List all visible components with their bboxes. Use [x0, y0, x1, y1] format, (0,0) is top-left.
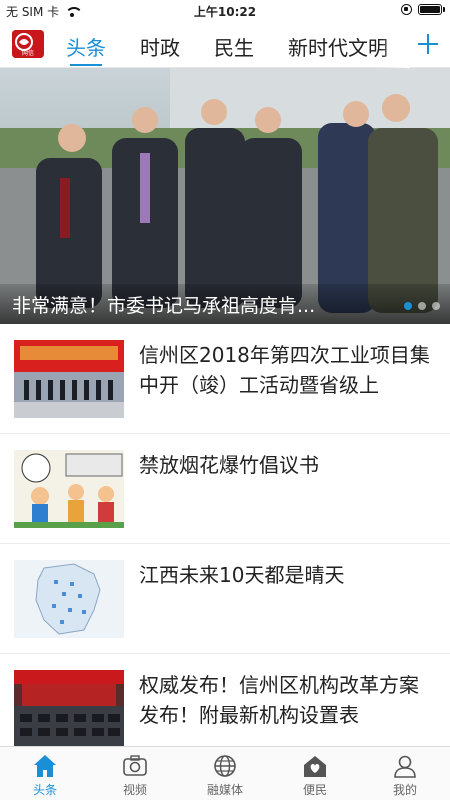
tabbar-label: 融媒体 [206, 783, 243, 797]
slide-indicator [404, 302, 440, 310]
news-title: 信州区2018年第四次工业项目集中开（竣）工活动暨省级上 [139, 343, 430, 397]
tabbar-label: 头条 [32, 783, 57, 797]
news-item[interactable]: 权威发布！信州区机构改革方案发布！附最新机构设置表 [0, 654, 450, 746]
slide-dot[interactable] [404, 302, 412, 310]
ceremony-photo [14, 340, 124, 418]
tabbar-label: 我的 [392, 783, 417, 797]
news-list: 信州区2018年第四次工业项目集中开（竣）工活动暨省级上 禁放烟花爆竹倡议书 江… [0, 324, 450, 746]
bottom-tab-bar: 头条 视频 融媒体 便民 我的 [0, 746, 450, 800]
news-item[interactable]: 信州区2018年第四次工业项目集中开（竣）工活动暨省级上 [0, 324, 450, 434]
camera-icon [123, 755, 147, 776]
status-time: 上午10:22 [193, 5, 257, 19]
tabbar-item-mine[interactable]: 我的 [360, 747, 450, 800]
status-bar: 无 SIM 卡 上午10:22 [0, 0, 450, 22]
hero-title[interactable]: 非常满意！市委书记马承祖高度肯... [12, 291, 315, 318]
tab-politics[interactable]: 时政 [132, 22, 188, 68]
globe-icon [214, 755, 236, 777]
status-right [401, 4, 445, 15]
tab-livelihood[interactable]: 民生 [206, 22, 262, 68]
heart-house-icon [304, 756, 326, 777]
user-icon [394, 755, 416, 778]
orientation-lock-icon [401, 4, 412, 15]
tab-civilization[interactable]: 新时代文明 [280, 22, 396, 68]
plus-icon[interactable] [416, 30, 440, 58]
tabbar-item-services[interactable]: 便民 [270, 747, 360, 800]
tabbar-label: 便民 [302, 783, 327, 797]
tabs-fade [380, 22, 410, 68]
news-item[interactable]: 禁放烟花爆竹倡议书 [0, 434, 450, 544]
tabbar-label: 视频 [122, 783, 147, 797]
tabbar-item-headlines[interactable]: 头条 [0, 747, 90, 800]
hero-banner[interactable]: 非常满意！市委书记马承祖高度肯... [0, 68, 450, 324]
weather-map [14, 560, 124, 638]
home-icon [34, 755, 56, 777]
cartoon-illustration [14, 450, 124, 528]
battery-icon [418, 4, 445, 15]
app-logo[interactable]: 网信 [12, 30, 44, 58]
tabbar-item-video[interactable]: 视频 [90, 747, 180, 800]
svg-text:网信: 网信 [22, 49, 34, 57]
news-item[interactable]: 江西未来10天都是晴天 [0, 544, 450, 654]
channel-header: 网信 头条 时政 民生 新时代文明 [0, 22, 450, 68]
tab-headlines[interactable]: 头条 [58, 22, 114, 68]
news-title: 禁放烟花爆竹倡议书 [139, 453, 319, 477]
news-title: 权威发布！信州区机构改革方案发布！附最新机构设置表 [139, 673, 419, 727]
meeting-photo [14, 670, 124, 746]
tabbar-item-media[interactable]: 融媒体 [180, 747, 270, 800]
slide-dot[interactable] [432, 302, 440, 310]
slide-dot[interactable] [418, 302, 426, 310]
channel-tabs: 头条 时政 民生 新时代文明 [58, 22, 410, 68]
news-title: 江西未来10天都是晴天 [139, 563, 345, 587]
